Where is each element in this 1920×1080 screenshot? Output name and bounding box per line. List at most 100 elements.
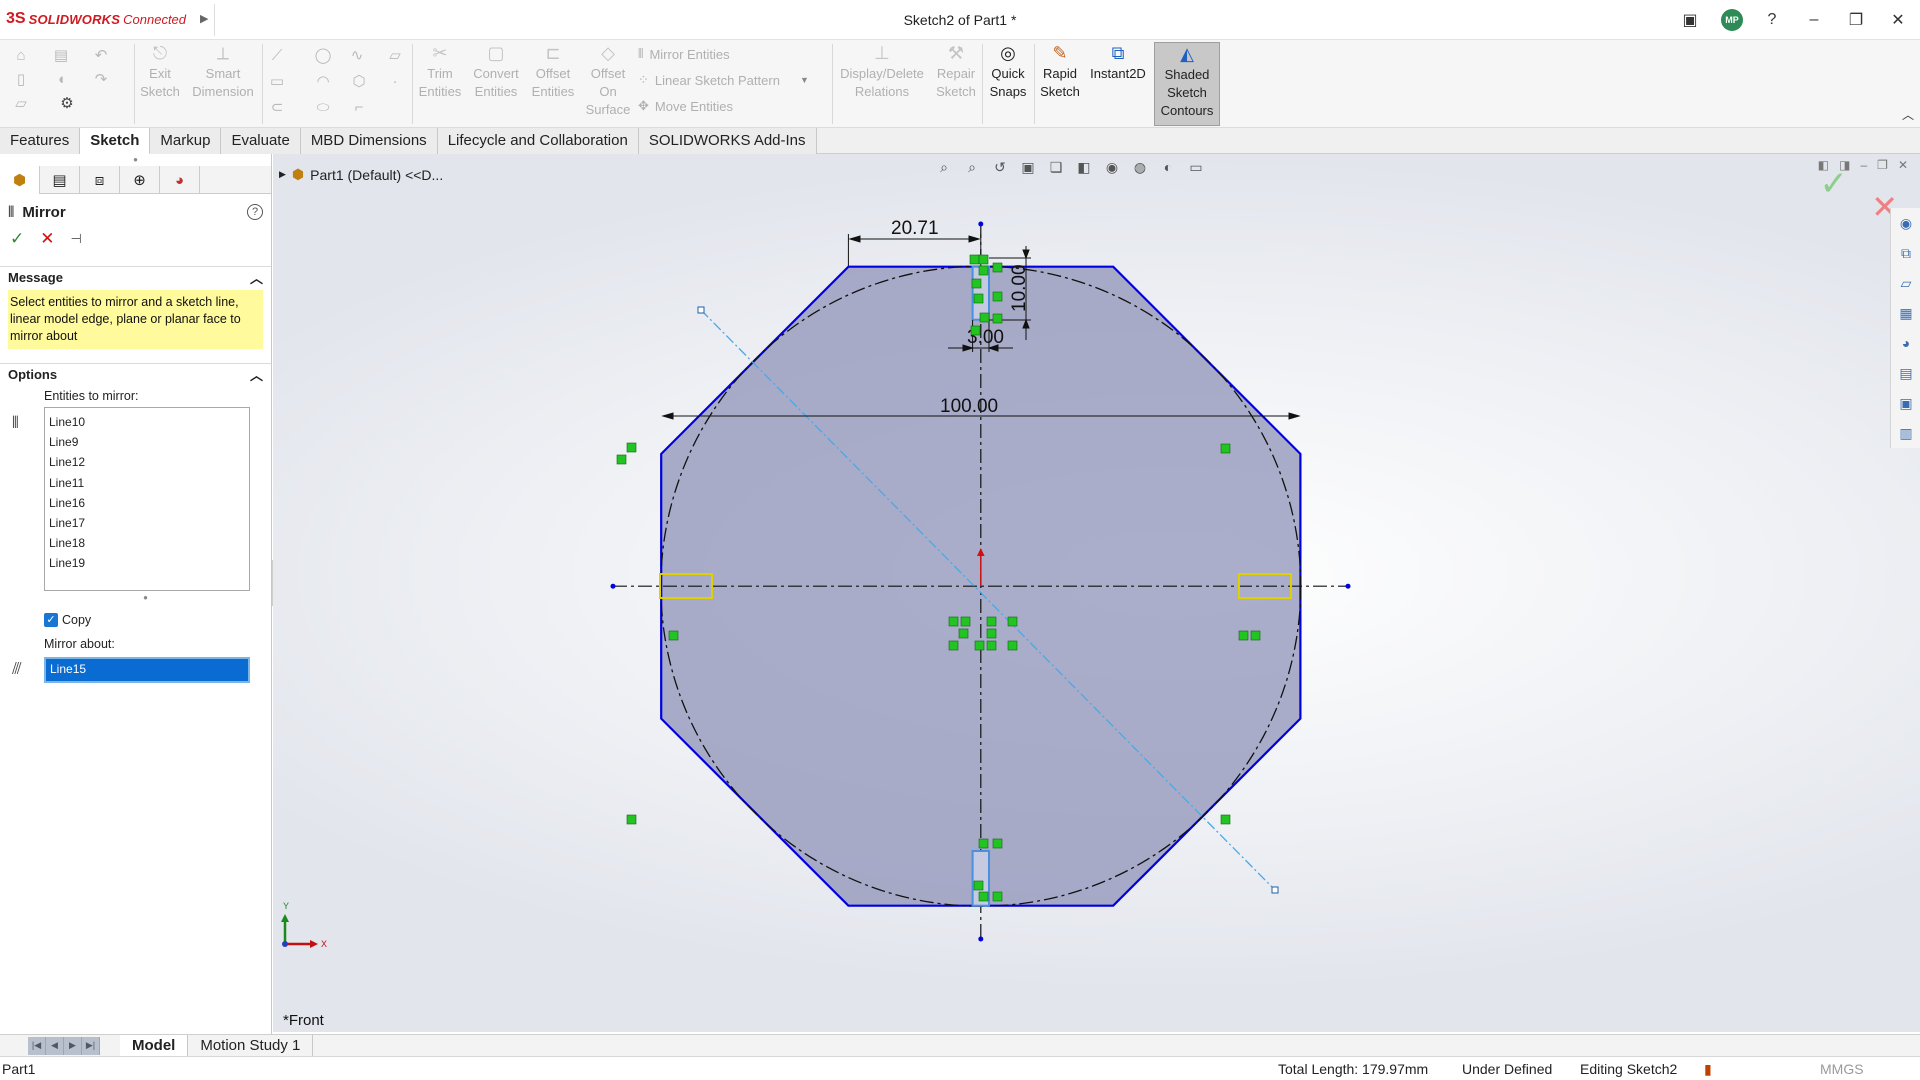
property-manager-tab-icon[interactable]: ▤ xyxy=(40,166,80,194)
forum-icon[interactable]: ▣ xyxy=(1891,388,1920,418)
shaded-sketch-contours-button[interactable]: ◭ Shaded Sketch Contours xyxy=(1154,42,1220,126)
dimension-text[interactable]: 100.00 xyxy=(940,396,998,417)
spline-icon[interactable]: ∿ xyxy=(348,46,366,64)
redo-icon[interactable]: ↷ xyxy=(92,70,110,88)
list-item[interactable]: Line10 xyxy=(49,412,245,432)
dimension-text[interactable]: 20.71 xyxy=(891,218,939,239)
list-item[interactable]: Line17 xyxy=(49,513,245,533)
design-library-icon[interactable]: ⧉ xyxy=(1891,238,1920,268)
repair-sketch-button[interactable]: ⚒ Repair Sketch xyxy=(934,42,978,101)
save-icon[interactable]: ▤ xyxy=(52,46,70,64)
options-gear-icon[interactable]: ⚙ xyxy=(58,94,76,112)
tab-model[interactable]: Model xyxy=(120,1034,189,1057)
line-icon[interactable]: ⟋ xyxy=(268,46,286,64)
tab-sketch[interactable]: Sketch xyxy=(80,128,151,154)
tab-mbd-dimensions[interactable]: MBD Dimensions xyxy=(300,128,438,154)
prev-tab-icon[interactable]: ◀ xyxy=(46,1036,64,1055)
rebuild-indicator-icon[interactable]: ▮ xyxy=(1704,1061,1712,1078)
next-tab-icon[interactable]: ▶ xyxy=(64,1036,82,1055)
first-tab-icon[interactable]: |◀ xyxy=(28,1036,46,1055)
print-icon[interactable]: ◖ xyxy=(52,70,70,88)
smart-dimension-button[interactable]: ⟂ Smart Dimension xyxy=(188,42,258,101)
ok-check-icon[interactable]: ✓ xyxy=(10,229,24,249)
tab-markup[interactable]: Markup xyxy=(150,128,222,154)
dropdown-arrow-icon[interactable]: ▼ xyxy=(800,75,809,85)
configuration-manager-tab-icon[interactable]: ⧈ xyxy=(80,166,120,194)
display-delete-relations-button[interactable]: ⊥ Display/Delete Relations xyxy=(836,42,928,101)
ellipse-icon[interactable]: ⬭ xyxy=(314,98,332,116)
list-item[interactable]: Line9 xyxy=(49,432,245,452)
view-palette-icon[interactable]: ▦ xyxy=(1891,298,1920,328)
fillet-icon[interactable]: ⌐ xyxy=(350,98,368,116)
list-item[interactable]: Line12 xyxy=(49,452,245,472)
mirror-about-field[interactable]: Line15 xyxy=(44,657,250,683)
exit-sketch-button[interactable]: ⎋ Exit Sketch xyxy=(138,42,182,101)
linear-sketch-pattern-button[interactable]: ⁘ Linear Sketch Pattern ▼ xyxy=(638,72,809,88)
offset-entities-button[interactable]: ⊏ Offset Entities xyxy=(528,42,578,101)
tab-evaluate[interactable]: Evaluate xyxy=(221,128,301,154)
pin-icon[interactable]: ⊣ xyxy=(71,231,82,247)
rectangle-icon[interactable]: ▭ xyxy=(268,72,286,90)
display-manager-tab-icon[interactable]: ◕ xyxy=(160,166,200,194)
new-file-icon[interactable]: ▯ xyxy=(12,70,30,88)
panel-grip[interactable]: ● xyxy=(0,154,271,166)
rapid-sketch-button[interactable]: ✎ Rapid Sketch xyxy=(1038,42,1082,101)
options-section-header[interactable]: Options ︿ xyxy=(0,363,271,385)
menu-expand-arrow-icon[interactable]: ▶ xyxy=(200,12,208,25)
copy-checkbox[interactable]: ✓ xyxy=(44,613,58,627)
dimxpert-tab-icon[interactable]: ⊕ xyxy=(120,166,160,194)
help-icon[interactable]: ? xyxy=(247,204,263,220)
tab-features[interactable]: Features xyxy=(0,128,81,154)
trim-entities-button[interactable]: ✂ Trim Entities xyxy=(416,42,464,101)
undo-icon[interactable]: ↶ xyxy=(92,46,110,64)
point-icon[interactable]: · xyxy=(386,72,404,90)
list-resize-grip[interactable]: ● xyxy=(20,593,271,603)
endpoint-handle[interactable] xyxy=(697,306,705,314)
offset-on-surface-button[interactable]: ◇ Offset On Surface xyxy=(584,42,632,119)
close-icon[interactable]: ✕ xyxy=(1884,8,1912,32)
message-section-header[interactable]: Message ︿ xyxy=(0,266,271,288)
custom-properties-icon[interactable]: ▤ xyxy=(1891,358,1920,388)
open-file-icon[interactable]: ▱ xyxy=(12,94,30,112)
dimension-text[interactable]: 10.00 xyxy=(1009,264,1030,312)
instant2d-button[interactable]: ⧉ Instant2D xyxy=(1086,42,1150,83)
endpoint-handle[interactable] xyxy=(1271,886,1279,894)
copy-option[interactable]: ✓ Copy xyxy=(44,613,271,627)
collapse-ribbon-icon[interactable]: ︿ xyxy=(1902,106,1914,123)
restore-icon[interactable]: ❐ xyxy=(1842,8,1870,32)
circle-icon[interactable]: ◯ xyxy=(314,46,332,64)
graphics-area[interactable]: ▶ ⬢ Part1 (Default) <<D... ⌕ ⌕ ↺ ▣ ❏ ◧ ◉… xyxy=(273,154,1920,1032)
chevron-up-icon[interactable]: ︿ xyxy=(250,365,263,384)
list-item[interactable]: Line11 xyxy=(49,473,245,493)
terminal-icon[interactable]: ▣ xyxy=(1676,8,1704,32)
polygon-icon[interactable]: ⬡ xyxy=(350,72,368,90)
feature-manager-tab-icon[interactable]: ⬢ xyxy=(0,166,40,194)
tab-lifecycle[interactable]: Lifecycle and Collaboration xyxy=(437,128,639,154)
slot-icon[interactable]: ⊂ xyxy=(268,98,286,116)
arc-icon[interactable]: ◠ xyxy=(314,72,332,90)
help-icon[interactable]: ? xyxy=(1758,8,1786,32)
units-selector[interactable]: MMGS xyxy=(1820,1061,1864,1077)
convert-entities-button[interactable]: ▢ Convert Entities xyxy=(470,42,522,101)
list-item[interactable]: Line19 xyxy=(49,553,245,573)
solidworks-logo[interactable]: 3S SOLIDWORKS Connected xyxy=(6,10,186,28)
entities-to-mirror-list[interactable]: Line10 Line9 Line12 Line11 Line16 Line17… xyxy=(44,407,250,591)
solidworks-resources-icon[interactable]: ◉ xyxy=(1891,208,1920,238)
move-entities-button[interactable]: ✥ Move Entities xyxy=(638,98,733,114)
tab-motion-study[interactable]: Motion Study 1 xyxy=(188,1034,314,1057)
file-explorer-icon[interactable]: ▱ xyxy=(1891,268,1920,298)
cancel-x-icon[interactable]: ✕ xyxy=(40,229,54,249)
last-tab-icon[interactable]: ▶| xyxy=(82,1036,100,1055)
tab-addins[interactable]: SOLIDWORKS Add-Ins xyxy=(638,128,817,154)
list-item[interactable]: Line16 xyxy=(49,493,245,513)
quick-snaps-button[interactable]: ◎ Quick Snaps xyxy=(986,42,1030,101)
list-item[interactable]: Line18 xyxy=(49,533,245,553)
mirror-entities-button[interactable]: ⫴ Mirror Entities xyxy=(638,46,730,62)
plane-icon[interactable]: ▱ xyxy=(386,46,404,64)
user-avatar-button[interactable]: MP xyxy=(1718,8,1746,32)
sketch-canvas[interactable]: 20.71 10.00 3.00 100.00 Y X xyxy=(273,154,1920,1032)
appearances-icon[interactable]: ◕ xyxy=(1891,328,1920,358)
chevron-up-icon[interactable]: ︿ xyxy=(250,268,263,287)
home-icon[interactable]: ⌂ xyxy=(12,46,30,64)
plm-icon[interactable]: ▥ xyxy=(1891,418,1920,448)
